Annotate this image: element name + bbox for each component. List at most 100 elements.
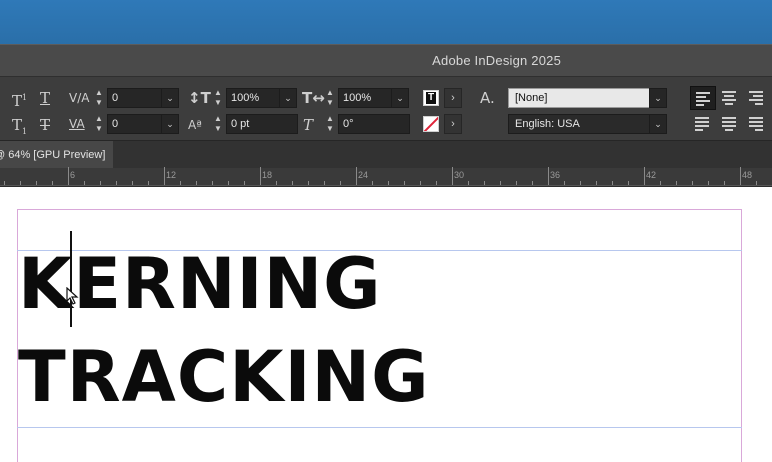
justify-right-button[interactable] xyxy=(744,112,770,136)
ruler-minor-tick xyxy=(708,181,709,185)
vertical-scale-dropdown[interactable]: ⌄ xyxy=(279,88,297,108)
horizontal-scale-icon: T↔ xyxy=(302,89,325,107)
kerning-input[interactable]: 0 xyxy=(107,88,162,108)
ruler-minor-tick xyxy=(532,181,533,185)
ruler-minor-tick xyxy=(116,181,117,185)
character-style-select[interactable]: [None] xyxy=(508,88,650,108)
ruler-tick-label: 18 xyxy=(262,170,273,180)
ruler-minor-tick xyxy=(724,181,725,185)
stroke-menu-button[interactable]: › xyxy=(444,114,462,134)
ruler-minor-tick xyxy=(436,181,437,185)
align-left-button[interactable] xyxy=(690,86,716,110)
ruler-minor-tick xyxy=(420,181,421,185)
language-select[interactable]: English: USA xyxy=(508,114,650,134)
ruler-major-tick xyxy=(164,167,165,185)
no-stroke-icon xyxy=(424,117,438,131)
ruler-minor-tick xyxy=(292,181,293,185)
ruler-minor-tick xyxy=(308,181,309,185)
ruler-major-tick xyxy=(740,167,741,185)
ruler-minor-tick xyxy=(612,181,613,185)
ruler-minor-tick xyxy=(20,181,21,185)
stroke-swatch[interactable] xyxy=(423,116,439,132)
fill-menu-button[interactable]: › xyxy=(444,88,462,108)
horizontal-scale-stepper[interactable]: ▲ ▼ xyxy=(324,88,336,108)
ruler-minor-tick xyxy=(148,181,149,185)
subscript-icon[interactable]: T1 xyxy=(12,116,27,141)
horizontal-scale-input[interactable]: 100% xyxy=(338,88,392,108)
tracking-icon: VA xyxy=(69,117,85,131)
superscript-icon[interactable]: T1 xyxy=(12,89,27,110)
ruler-minor-tick xyxy=(596,181,597,185)
text-line-tracking[interactable]: TRACKING xyxy=(18,342,430,412)
strikethrough-icon[interactable]: T xyxy=(40,116,50,134)
tracking-dropdown[interactable]: ⌄ xyxy=(161,114,179,134)
baseline-shift-input[interactable]: 0 pt xyxy=(226,114,298,134)
control-panel: T1 T T1 T V/A ▲ ▼ 0 ⌄ VA ▲ ▼ 0 ⌄ ↕T ▲ ▼ 100… xyxy=(0,76,772,140)
fill-swatch[interactable]: T xyxy=(423,90,439,106)
character-style-icon: A. xyxy=(480,89,495,107)
skew-stepper[interactable]: ▲ ▼ xyxy=(324,114,336,134)
ruler-minor-tick xyxy=(276,181,277,185)
ruler-major-tick xyxy=(452,167,453,185)
ruler-minor-tick xyxy=(388,181,389,185)
ruler-minor-tick xyxy=(340,181,341,185)
ruler-minor-tick xyxy=(132,181,133,185)
ruler-minor-tick xyxy=(756,181,757,185)
ruler-minor-tick xyxy=(244,181,245,185)
ruler-minor-tick xyxy=(180,181,181,185)
baseline-shift-stepper[interactable]: ▲ ▼ xyxy=(212,114,224,134)
ruler-minor-tick xyxy=(404,181,405,185)
ruler-major-tick xyxy=(644,167,645,185)
ruler-minor-tick xyxy=(228,181,229,185)
ruler-tick-label: 12 xyxy=(166,170,177,180)
justify-left-button[interactable] xyxy=(690,112,716,136)
ruler-tick-label: 24 xyxy=(358,170,369,180)
ruler-tick-label: 6 xyxy=(70,170,76,180)
justify-center-button[interactable] xyxy=(717,112,743,136)
character-style-dropdown[interactable]: ⌄ xyxy=(649,88,667,108)
ruler-major-tick xyxy=(260,167,261,185)
desktop-background xyxy=(0,0,772,44)
document-canvas[interactable]: KERNING TRACKING xyxy=(0,187,772,462)
ruler-minor-tick xyxy=(580,181,581,185)
ruler-major-tick xyxy=(548,167,549,185)
text-insertion-caret xyxy=(70,231,72,327)
ruler-minor-tick xyxy=(324,181,325,185)
ruler-minor-tick xyxy=(52,181,53,185)
ruler-major-tick xyxy=(68,167,69,185)
ruler-minor-tick xyxy=(692,181,693,185)
align-right-button[interactable] xyxy=(744,86,770,110)
ruler-minor-tick xyxy=(676,181,677,185)
horizontal-scale-dropdown[interactable]: ⌄ xyxy=(391,88,409,108)
vertical-scale-icon: ↕T xyxy=(188,89,211,107)
ruler-minor-tick xyxy=(84,181,85,185)
mouse-pointer-icon xyxy=(66,287,79,305)
ruler-minor-tick xyxy=(100,181,101,185)
ruler-minor-tick xyxy=(4,181,5,185)
vertical-scale-stepper[interactable]: ▲ ▼ xyxy=(212,88,224,108)
tracking-stepper[interactable]: ▲ ▼ xyxy=(93,114,105,134)
ruler-major-tick xyxy=(356,167,357,185)
skew-input[interactable]: 0° xyxy=(338,114,410,134)
title-bar: Adobe InDesign 2025 xyxy=(0,44,772,76)
underline-icon[interactable]: T xyxy=(40,89,50,107)
vertical-scale-input[interactable]: 100% xyxy=(226,88,280,108)
ruler-minor-tick xyxy=(516,181,517,185)
indesign-screen: Adobe InDesign 2025 T1 T T1 T V/A ▲ ▼ 0 ⌄… xyxy=(0,0,772,462)
kerning-stepper[interactable]: ▲ ▼ xyxy=(93,88,105,108)
ruler-tick-label: 42 xyxy=(646,170,657,180)
tracking-input[interactable]: 0 xyxy=(107,114,162,134)
skew-icon: T xyxy=(303,116,314,134)
align-center-button[interactable] xyxy=(717,86,743,110)
text-line-kerning[interactable]: KERNING xyxy=(18,249,382,319)
ruler-minor-tick xyxy=(468,181,469,185)
ruler-minor-tick xyxy=(660,181,661,185)
kerning-dropdown[interactable]: ⌄ xyxy=(161,88,179,108)
horizontal-ruler[interactable]: 6 12 18 24 30 36 42 48 xyxy=(0,167,772,186)
ruler-minor-tick xyxy=(196,181,197,185)
language-dropdown[interactable]: ⌄ xyxy=(649,114,667,134)
document-tab[interactable]: @ 64% [GPU Preview] xyxy=(0,141,113,169)
margin-guide-bottom xyxy=(17,427,742,428)
ruler-minor-tick xyxy=(628,181,629,185)
ruler-minor-tick xyxy=(372,181,373,185)
